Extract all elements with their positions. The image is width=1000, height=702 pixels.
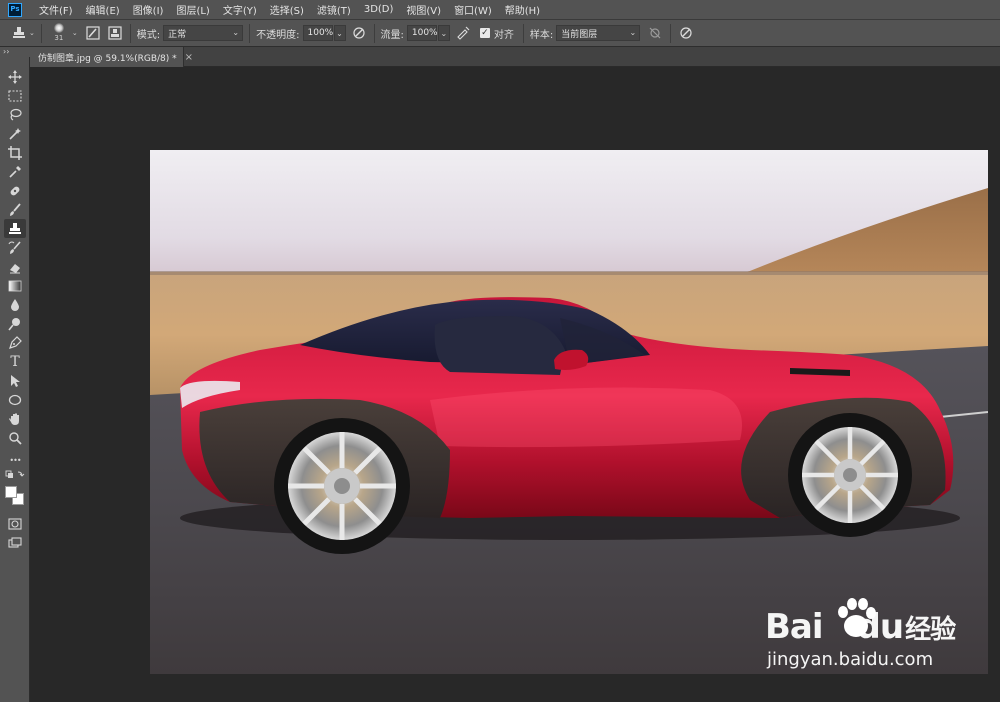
- hand-tool-icon[interactable]: [4, 409, 26, 428]
- menu-filter[interactable]: 滤镜(T): [310, 2, 357, 17]
- flow-label: 流量:: [380, 29, 404, 41]
- brush-chevron-down-icon[interactable]: ⌄: [72, 29, 78, 37]
- menu-layer[interactable]: 图层(L): [169, 2, 215, 17]
- car-photo: [150, 150, 988, 674]
- type-tool-icon[interactable]: T: [4, 352, 26, 371]
- photoshop-logo-icon[interactable]: Ps: [8, 2, 22, 17]
- aligned-label: 对齐: [493, 29, 514, 41]
- divider: [670, 23, 672, 43]
- document-tab-title: 仿制图章.jpg @ 59.1%(RGB/8) *: [38, 53, 177, 64]
- mode-value: 正常: [168, 29, 187, 40]
- eyedropper-tool-icon[interactable]: [4, 162, 26, 181]
- brush-size-value: 31: [54, 34, 64, 42]
- sample-value: 当前图层: [561, 29, 598, 40]
- gradient-tool-icon[interactable]: [4, 276, 26, 295]
- clone-source-panel-icon[interactable]: [106, 24, 124, 42]
- document-tab[interactable]: 仿制图章.jpg @ 59.1%(RGB/8) * ×: [30, 47, 193, 67]
- clone-stamp-preset-icon[interactable]: [10, 24, 28, 42]
- pressure-size-icon[interactable]: [677, 24, 695, 42]
- mode-dropdown[interactable]: 正常 ⌄: [163, 25, 244, 41]
- aligned-checkbox[interactable]: ✓: [479, 28, 490, 38]
- menu-help[interactable]: 帮助(H): [498, 2, 546, 17]
- flow-slider-toggle[interactable]: ⌄: [437, 25, 450, 41]
- brush-tip-icon: [53, 23, 64, 33]
- sample-label: 样本:: [529, 29, 554, 41]
- divider: [129, 23, 131, 43]
- panel-collapse-icon[interactable]: ››: [0, 47, 30, 57]
- close-icon[interactable]: ×: [185, 52, 193, 63]
- ignore-adjustment-layers-icon[interactable]: [646, 24, 664, 42]
- ellipse-tool-icon[interactable]: [4, 390, 26, 409]
- menu-window[interactable]: 窗口(W): [447, 2, 498, 17]
- flow-value: 100%: [411, 28, 438, 38]
- blur-tool-icon[interactable]: [4, 295, 26, 314]
- opacity-slider-toggle[interactable]: ⌄: [333, 25, 346, 41]
- move-tool-icon[interactable]: [4, 67, 26, 86]
- document-canvas[interactable]: [150, 150, 988, 674]
- quick-mask-icon[interactable]: [4, 514, 26, 533]
- canvas-area[interactable]: [30, 67, 1000, 702]
- menu-view[interactable]: 视图(V): [399, 2, 447, 17]
- menu-edit[interactable]: 编辑(E): [79, 2, 126, 17]
- menu-select[interactable]: 选择(S): [263, 2, 310, 17]
- preset-chevron-down-icon[interactable]: ⌄: [29, 29, 35, 37]
- zoom-tool-icon[interactable]: [4, 428, 26, 447]
- magic-wand-tool-icon[interactable]: [4, 124, 26, 143]
- divider: [249, 23, 251, 43]
- history-brush-tool-icon[interactable]: [4, 238, 26, 257]
- healing-brush-tool-icon[interactable]: [4, 181, 26, 200]
- options-bar: ⌄ 31 ⌄ 模式: 正常 ⌄ 不透明度: 100% ⌄ 流量: 100% ⌄ …: [0, 20, 1000, 47]
- dodge-tool-icon[interactable]: [4, 314, 26, 333]
- rectangular-marquee-tool-icon[interactable]: [4, 86, 26, 105]
- color-swatches[interactable]: [3, 484, 27, 508]
- menu-bar: Ps 文件(F) 编辑(E) 图像(I) 图层(L) 文字(Y) 选择(S) 滤…: [0, 0, 1000, 20]
- menu-image[interactable]: 图像(I): [126, 2, 170, 17]
- airbrush-icon[interactable]: [454, 24, 472, 42]
- divider: [373, 23, 375, 43]
- brush-settings-panel-icon[interactable]: [84, 24, 102, 42]
- brush-preset-picker[interactable]: 31: [48, 22, 70, 44]
- eraser-tool-icon[interactable]: [4, 257, 26, 276]
- brush-tool-icon[interactable]: [4, 200, 26, 219]
- flow-input[interactable]: 100%: [406, 25, 438, 41]
- pen-tool-icon[interactable]: [4, 333, 26, 352]
- swap-colors-icon[interactable]: [4, 468, 26, 482]
- opacity-input[interactable]: 100%: [302, 25, 334, 41]
- divider: [40, 23, 42, 43]
- pressure-opacity-icon[interactable]: [350, 24, 368, 42]
- screen-mode-icon[interactable]: [4, 533, 26, 552]
- mode-label: 模式:: [136, 29, 161, 41]
- menu-file[interactable]: 文件(F): [32, 2, 79, 17]
- clone-stamp-tool-icon[interactable]: [4, 219, 26, 238]
- foreground-color-swatch[interactable]: [5, 486, 17, 498]
- lasso-tool-icon[interactable]: [4, 105, 26, 124]
- path-selection-tool-icon[interactable]: [4, 371, 26, 390]
- menu-type[interactable]: 文字(Y): [216, 2, 263, 17]
- opacity-label: 不透明度:: [256, 29, 300, 41]
- tools-panel: T •••: [0, 57, 30, 702]
- chevron-down-icon: ⌄: [232, 28, 240, 37]
- sample-dropdown[interactable]: 当前图层 ⌄: [556, 25, 641, 41]
- chevron-down-icon: ⌄: [629, 28, 637, 37]
- crop-tool-icon[interactable]: [4, 143, 26, 162]
- opacity-value: 100%: [307, 28, 334, 38]
- document-tab-bar: 仿制图章.jpg @ 59.1%(RGB/8) * ×: [30, 47, 1000, 67]
- menu-3d[interactable]: 3D(D): [357, 4, 400, 15]
- divider: [522, 23, 524, 43]
